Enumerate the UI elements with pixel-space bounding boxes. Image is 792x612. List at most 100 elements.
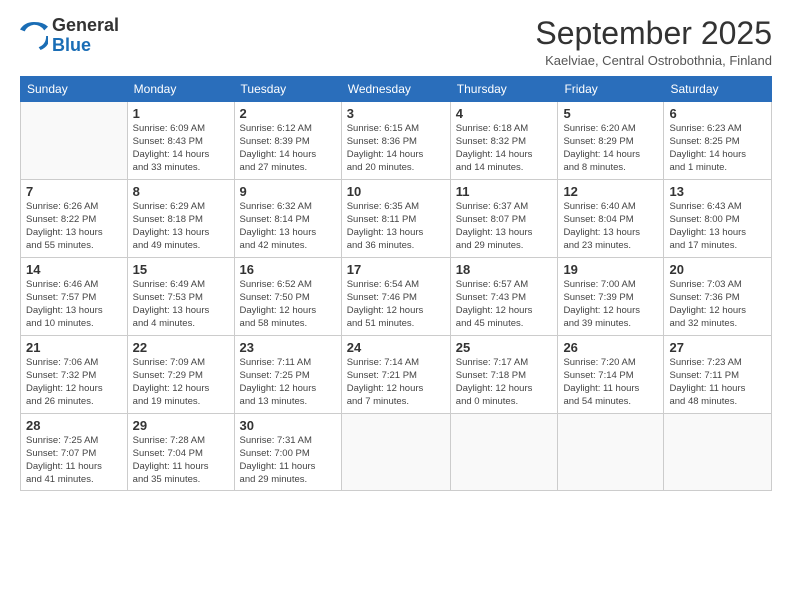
col-sunday: Sunday <box>21 77 128 102</box>
day-info: Sunrise: 7:09 AMSunset: 7:29 PMDaylight:… <box>133 357 229 408</box>
table-row: 7 Sunrise: 6:26 AMSunset: 8:22 PMDaylight… <box>21 180 128 258</box>
table-row <box>664 414 772 491</box>
day-info: Sunrise: 6:40 AMSunset: 8:04 PMDaylight:… <box>563 201 658 252</box>
title-block: September 2025 Kaelviae, Central Ostrobo… <box>535 16 772 68</box>
table-row: 9 Sunrise: 6:32 AMSunset: 8:14 PMDaylight… <box>234 180 341 258</box>
logo: General Blue <box>20 16 119 56</box>
day-info: Sunrise: 7:23 AMSunset: 7:11 PMDaylight:… <box>669 357 766 408</box>
day-number: 28 <box>26 418 122 433</box>
table-row: 29Sunrise: 7:28 AMSunset: 7:04 PMDayligh… <box>127 414 234 491</box>
day-info: Sunrise: 7:11 AMSunset: 7:25 PMDaylight:… <box>240 357 336 408</box>
table-row: 1 Sunrise: 6:09 AMSunset: 8:43 PMDaylight… <box>127 102 234 180</box>
day-number: 8 <box>133 184 229 199</box>
table-row: 4 Sunrise: 6:18 AMSunset: 8:32 PMDaylight… <box>450 102 558 180</box>
table-row: 20 Sunrise: 7:03 AMSunset: 7:36 PMDayligh… <box>664 258 772 336</box>
day-number: 23 <box>240 340 336 355</box>
day-info: Sunrise: 6:49 AMSunset: 7:53 PMDaylight:… <box>133 279 229 330</box>
day-info: Sunrise: 6:43 AMSunset: 8:00 PMDaylight:… <box>669 201 766 252</box>
table-row: 25Sunrise: 7:17 AMSunset: 7:18 PMDayligh… <box>450 336 558 414</box>
day-number: 24 <box>347 340 445 355</box>
table-row: 11 Sunrise: 6:37 AMSunset: 8:07 PMDayligh… <box>450 180 558 258</box>
logo-blue-text: Blue <box>52 35 91 55</box>
day-number: 22 <box>133 340 229 355</box>
day-info: Sunrise: 6:52 AMSunset: 7:50 PMDaylight:… <box>240 279 336 330</box>
table-row: 5Sunrise: 6:20 AMSunset: 8:29 PMDaylight… <box>558 102 664 180</box>
day-number: 7 <box>26 184 122 199</box>
day-number: 6 <box>669 106 766 121</box>
day-number: 27 <box>669 340 766 355</box>
table-row: 15 Sunrise: 6:49 AMSunset: 7:53 PMDayligh… <box>127 258 234 336</box>
table-row: 10Sunrise: 6:35 AMSunset: 8:11 PMDayligh… <box>341 180 450 258</box>
calendar-table: Sunday Monday Tuesday Wednesday Thursday… <box>20 76 772 491</box>
day-number: 11 <box>456 184 553 199</box>
table-row: 14Sunrise: 6:46 AMSunset: 7:57 PMDayligh… <box>21 258 128 336</box>
table-row: 8 Sunrise: 6:29 AMSunset: 8:18 PMDaylight… <box>127 180 234 258</box>
col-wednesday: Wednesday <box>341 77 450 102</box>
table-row: 12 Sunrise: 6:40 AMSunset: 8:04 PMDayligh… <box>558 180 664 258</box>
table-row: 17Sunrise: 6:54 AMSunset: 7:46 PMDayligh… <box>341 258 450 336</box>
day-number: 5 <box>563 106 658 121</box>
day-info: Sunrise: 6:23 AMSunset: 8:25 PMDaylight:… <box>669 123 766 174</box>
col-tuesday: Tuesday <box>234 77 341 102</box>
day-info: Sunrise: 6:54 AMSunset: 7:46 PMDaylight:… <box>347 279 445 330</box>
day-info: Sunrise: 6:09 AMSunset: 8:43 PMDaylight:… <box>133 123 229 174</box>
day-number: 4 <box>456 106 553 121</box>
day-number: 16 <box>240 262 336 277</box>
day-info: Sunrise: 6:37 AMSunset: 8:07 PMDaylight:… <box>456 201 553 252</box>
col-monday: Monday <box>127 77 234 102</box>
day-info: Sunrise: 6:29 AMSunset: 8:18 PMDaylight:… <box>133 201 229 252</box>
day-number: 25 <box>456 340 553 355</box>
table-row: 27 Sunrise: 7:23 AMSunset: 7:11 PMDayligh… <box>664 336 772 414</box>
day-info: Sunrise: 6:26 AMSunset: 8:22 PMDaylight:… <box>26 201 122 252</box>
table-row: 18 Sunrise: 6:57 AMSunset: 7:43 PMDayligh… <box>450 258 558 336</box>
table-row: 3 Sunrise: 6:15 AMSunset: 8:36 PMDaylight… <box>341 102 450 180</box>
day-number: 1 <box>133 106 229 121</box>
day-number: 12 <box>563 184 658 199</box>
table-row: 21 Sunrise: 7:06 AMSunset: 7:32 PMDayligh… <box>21 336 128 414</box>
day-info: Sunrise: 6:32 AMSunset: 8:14 PMDaylight:… <box>240 201 336 252</box>
day-info: Sunrise: 7:06 AMSunset: 7:32 PMDaylight:… <box>26 357 122 408</box>
day-info: Sunrise: 6:35 AMSunset: 8:11 PMDaylight:… <box>347 201 445 252</box>
table-row: 2 Sunrise: 6:12 AMSunset: 8:39 PMDaylight… <box>234 102 341 180</box>
day-info: Sunrise: 7:25 AMSunset: 7:07 PMDaylight:… <box>26 435 122 486</box>
table-row: 28 Sunrise: 7:25 AMSunset: 7:07 PMDayligh… <box>21 414 128 491</box>
day-number: 3 <box>347 106 445 121</box>
day-info: Sunrise: 7:28 AMSunset: 7:04 PMDaylight:… <box>133 435 229 486</box>
day-number: 9 <box>240 184 336 199</box>
day-number: 18 <box>456 262 553 277</box>
day-info: Sunrise: 6:46 AMSunset: 7:57 PMDaylight:… <box>26 279 122 330</box>
month-title: September 2025 <box>535 16 772 51</box>
day-info: Sunrise: 7:14 AMSunset: 7:21 PMDaylight:… <box>347 357 445 408</box>
table-row <box>21 102 128 180</box>
table-row: 22 Sunrise: 7:09 AMSunset: 7:29 PMDayligh… <box>127 336 234 414</box>
day-number: 15 <box>133 262 229 277</box>
day-info: Sunrise: 7:31 AMSunset: 7:00 PMDaylight:… <box>240 435 336 486</box>
location-subtitle: Kaelviae, Central Ostrobothnia, Finland <box>535 53 772 68</box>
table-row: 19 Sunrise: 7:00 AMSunset: 7:39 PMDayligh… <box>558 258 664 336</box>
day-number: 20 <box>669 262 766 277</box>
logo-icon <box>20 22 48 50</box>
table-row: 26Sunrise: 7:20 AMSunset: 7:14 PMDayligh… <box>558 336 664 414</box>
table-row: 13 Sunrise: 6:43 AMSunset: 8:00 PMDayligh… <box>664 180 772 258</box>
day-info: Sunrise: 6:57 AMSunset: 7:43 PMDaylight:… <box>456 279 553 330</box>
day-info: Sunrise: 6:15 AMSunset: 8:36 PMDaylight:… <box>347 123 445 174</box>
table-row <box>341 414 450 491</box>
table-row: 30 Sunrise: 7:31 AMSunset: 7:00 PMDayligh… <box>234 414 341 491</box>
logo-general-text: General <box>52 15 119 35</box>
table-row: 6 Sunrise: 6:23 AMSunset: 8:25 PMDaylight… <box>664 102 772 180</box>
day-number: 26 <box>563 340 658 355</box>
day-info: Sunrise: 6:12 AMSunset: 8:39 PMDaylight:… <box>240 123 336 174</box>
day-info: Sunrise: 7:03 AMSunset: 7:36 PMDaylight:… <box>669 279 766 330</box>
day-info: Sunrise: 7:00 AMSunset: 7:39 PMDaylight:… <box>563 279 658 330</box>
table-row <box>450 414 558 491</box>
day-number: 19 <box>563 262 658 277</box>
day-number: 21 <box>26 340 122 355</box>
table-row: 16 Sunrise: 6:52 AMSunset: 7:50 PMDayligh… <box>234 258 341 336</box>
day-number: 2 <box>240 106 336 121</box>
day-number: 13 <box>669 184 766 199</box>
col-thursday: Thursday <box>450 77 558 102</box>
day-info: Sunrise: 6:18 AMSunset: 8:32 PMDaylight:… <box>456 123 553 174</box>
day-number: 30 <box>240 418 336 433</box>
table-row <box>558 414 664 491</box>
col-saturday: Saturday <box>664 77 772 102</box>
